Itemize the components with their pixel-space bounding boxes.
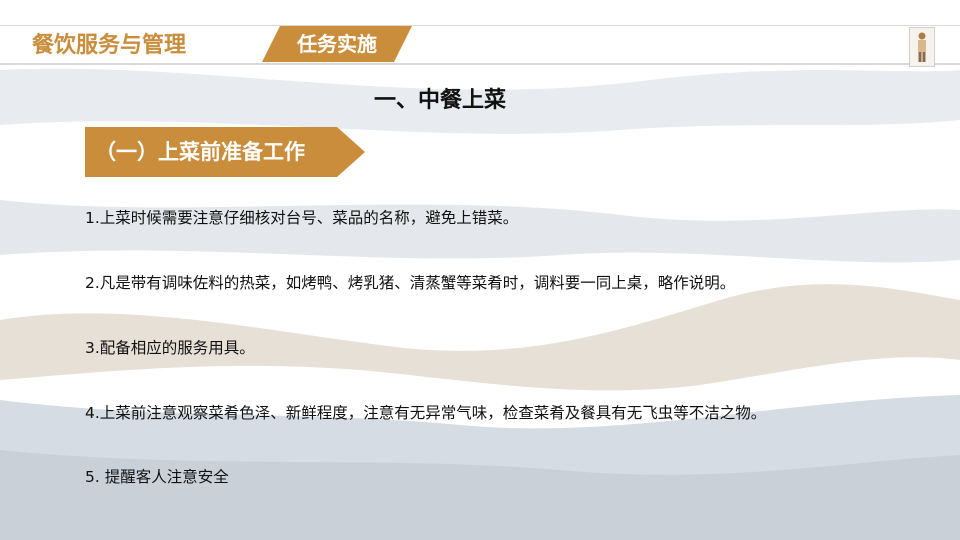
wave-background [0, 68, 960, 540]
list-item: 1.上菜时候需要注意仔细核对台号、菜品的名称，避免上错菜。 [85, 209, 519, 227]
section-title: 一、中餐上菜 [373, 88, 506, 113]
list-item: 2.凡是带有调味佐料的热菜，如烤鸭、烤乳猪、清蒸蟹等菜肴时，调料要一同上桌，略作… [85, 274, 736, 292]
list-item: 4.上菜前注意观察菜肴色泽、新鲜程度，注意有无异常气味，检查菜肴及餐具有无飞虫等… [85, 404, 767, 422]
header-divider [0, 63, 960, 65]
task-tab-label: 任务实施 [297, 32, 377, 56]
chef-figure-icon [909, 27, 935, 67]
list-item: 3.配备相应的服务用具。 [85, 339, 255, 357]
top-divider [0, 25, 960, 26]
list-item: 5. 提醒客人注意安全 [85, 468, 229, 486]
subsection-title: （一）上菜前准备工作 [95, 140, 305, 164]
course-title: 餐饮服务与管理 [32, 33, 187, 58]
